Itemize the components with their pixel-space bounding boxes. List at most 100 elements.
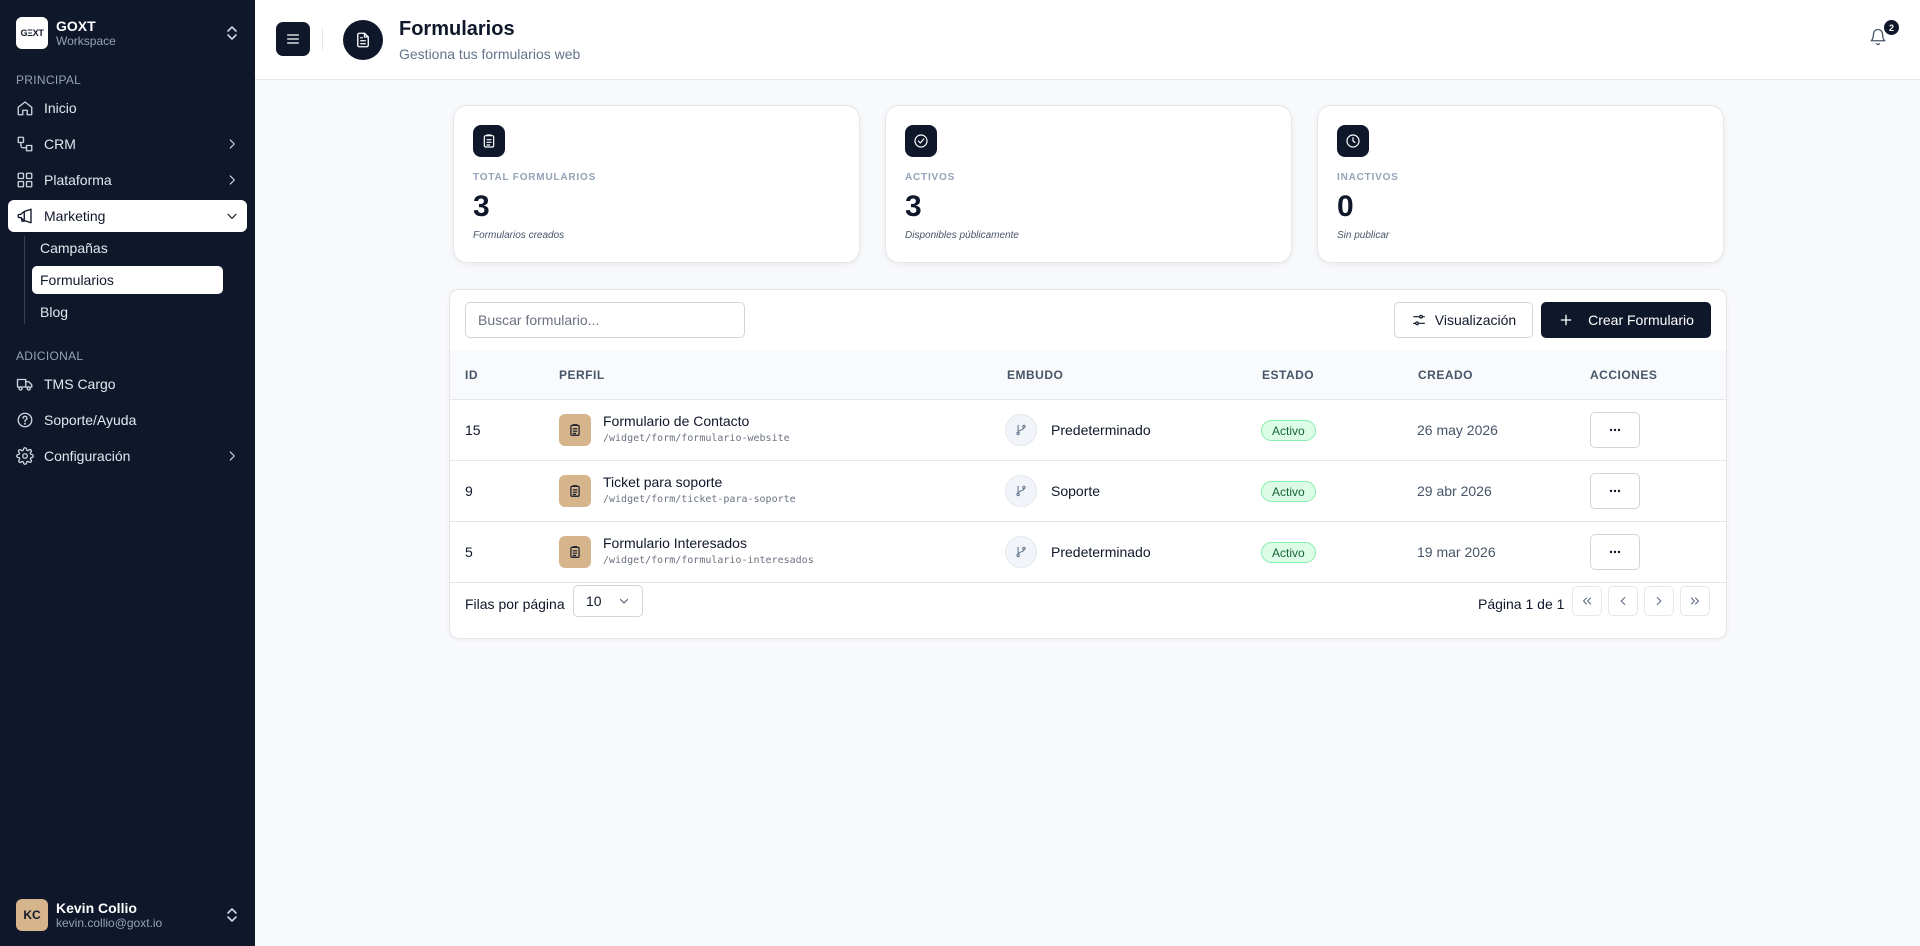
- create-form-label: Crear Formulario: [1588, 312, 1694, 328]
- sidebar-item-label: TMS Cargo: [44, 376, 116, 392]
- more-horizontal-icon: [1607, 544, 1623, 560]
- status-badge: Activo: [1261, 481, 1316, 502]
- row-actions-button[interactable]: [1590, 412, 1640, 448]
- page-info: Página 1 de 1: [1478, 596, 1565, 612]
- notification-count-badge: 2: [1884, 20, 1899, 35]
- table-row[interactable]: 5 Formulario Interesados /widget/form/fo…: [450, 522, 1726, 583]
- column-header-acciones: ACCIONES: [1590, 368, 1658, 382]
- chevron-down-icon: [225, 209, 239, 223]
- table-header: ID PERFIL EMBUDO ESTADO CREADO ACCIONES: [450, 350, 1726, 400]
- sidebar-subitem-blog[interactable]: Blog: [32, 298, 223, 326]
- form-path: /widget/form/formulario-interesados: [603, 555, 814, 566]
- search-input[interactable]: [465, 302, 745, 338]
- chevron-left-icon: [1616, 594, 1630, 608]
- last-page-button[interactable]: [1680, 586, 1710, 616]
- avatar: KC: [16, 899, 48, 931]
- sidebar-item-marketing[interactable]: Marketing: [8, 200, 247, 232]
- chevron-right-icon: [225, 449, 239, 463]
- next-page-button[interactable]: [1644, 586, 1674, 616]
- truck-icon: [16, 375, 34, 393]
- stat-card-total: TOTAL FORMULARIOS 3 Formularios creados: [453, 105, 860, 263]
- stat-label: ACTIVOS: [905, 172, 956, 183]
- column-header-id[interactable]: ID: [465, 368, 478, 382]
- user-menu[interactable]: KC Kevin Collio kevin.collio@goxt.io: [16, 898, 239, 932]
- form-name[interactable]: Ticket para soporte: [603, 474, 722, 490]
- row-actions-button[interactable]: [1590, 473, 1640, 509]
- form-path: /widget/form/formulario-website: [603, 433, 790, 444]
- row-id: 15: [465, 422, 481, 438]
- sidebar: GΞXT GOXT Workspace PRINCIPAL Inicio CRM…: [0, 0, 255, 946]
- column-header-perfil[interactable]: PERFIL: [559, 368, 605, 382]
- form-path: /widget/form/ticket-para-soporte: [603, 494, 796, 505]
- git-branch-icon: [1005, 536, 1037, 568]
- home-icon: [16, 99, 34, 117]
- table-row[interactable]: 9 Ticket para soporte /widget/form/ticke…: [450, 461, 1726, 522]
- sidebar-item-tms-cargo[interactable]: TMS Cargo: [8, 368, 247, 400]
- form-name[interactable]: Formulario Interesados: [603, 535, 747, 551]
- stat-value: 3: [473, 190, 490, 223]
- clipboard-icon: [559, 536, 591, 568]
- user-email: kevin.collio@goxt.io: [56, 915, 163, 930]
- clipboard-icon: [559, 414, 591, 446]
- form-name[interactable]: Formulario de Contacto: [603, 413, 749, 429]
- rows-per-page-select[interactable]: 10: [573, 585, 643, 617]
- megaphone-icon: [16, 207, 34, 225]
- sliders-icon: [1411, 312, 1427, 328]
- sidebar-item-configuracion[interactable]: Configuración: [8, 440, 247, 472]
- row-id: 9: [465, 483, 473, 499]
- funnel-name: Predeterminado: [1051, 422, 1151, 438]
- crm-icon: [16, 135, 34, 153]
- chevrons-up-down-icon: [225, 906, 239, 924]
- workspace-name: GOXT: [56, 17, 96, 34]
- view-options-label: Visualización: [1434, 312, 1517, 328]
- sidebar-item-label: Soporte/Ayuda: [44, 412, 137, 428]
- stat-description: Formularios creados: [473, 230, 565, 241]
- chevrons-right-icon: [1688, 594, 1702, 608]
- git-branch-icon: [1005, 475, 1037, 507]
- rows-per-page-label: Filas por página: [465, 596, 565, 612]
- stat-card-activos: ACTIVOS 3 Disponibles públicamente: [885, 105, 1292, 263]
- chevrons-left-icon: [1580, 594, 1594, 608]
- stat-card-inactivos: INACTIVOS 0 Sin publicar: [1317, 105, 1724, 263]
- chevrons-up-down-icon: [225, 24, 239, 42]
- workspace-switcher[interactable]: GΞXT GOXT Workspace: [16, 16, 239, 50]
- more-horizontal-icon: [1607, 422, 1623, 438]
- workspace-subtitle: Workspace: [56, 33, 116, 48]
- sidebar-item-inicio[interactable]: Inicio: [8, 92, 247, 124]
- toggle-sidebar-button[interactable]: [276, 22, 310, 56]
- submenu-guide-line: [24, 236, 25, 324]
- view-options-button[interactable]: Visualización: [1394, 302, 1533, 338]
- row-actions-button[interactable]: [1590, 534, 1640, 570]
- sidebar-item-label: Plataforma: [44, 172, 112, 188]
- sidebar-item-label: CRM: [44, 136, 76, 152]
- check-circle-icon: [905, 125, 937, 157]
- column-header-creado[interactable]: CREADO: [1418, 368, 1473, 382]
- stat-description: Disponibles públicamente: [905, 230, 1019, 241]
- rows-per-page-value: 10: [586, 593, 602, 609]
- funnel-name: Soporte: [1051, 483, 1101, 499]
- top-header: Formularios Gestiona tus formularios web…: [255, 0, 1920, 80]
- table-row[interactable]: 15 Formulario de Contacto /widget/form/f…: [450, 400, 1726, 461]
- sidebar-item-plataforma[interactable]: Plataforma: [8, 164, 247, 196]
- sidebar-item-crm[interactable]: CRM: [8, 128, 247, 160]
- sidebar-subitem-formularios[interactable]: Formularios: [32, 266, 223, 294]
- first-page-button[interactable]: [1572, 586, 1602, 616]
- document-icon: [343, 20, 383, 60]
- column-header-embudo[interactable]: EMBUDO: [1007, 368, 1063, 382]
- previous-page-button[interactable]: [1608, 586, 1638, 616]
- sidebar-subitem-campanas[interactable]: Campañas: [32, 234, 223, 262]
- stat-label: INACTIVOS: [1337, 172, 1399, 183]
- header-divider: [322, 28, 323, 50]
- plus-icon: [1558, 312, 1574, 328]
- sidebar-item-label: Inicio: [44, 100, 77, 116]
- created-date: 19 mar 2026: [1417, 544, 1496, 560]
- help-icon: [16, 411, 34, 429]
- column-header-estado[interactable]: ESTADO: [1262, 368, 1314, 382]
- create-form-button[interactable]: Crear Formulario: [1541, 302, 1711, 338]
- git-branch-icon: [1005, 414, 1037, 446]
- funnel-name: Predeterminado: [1051, 544, 1151, 560]
- sidebar-item-soporte[interactable]: Soporte/Ayuda: [8, 404, 247, 436]
- page-subtitle: Gestiona tus formularios web: [399, 46, 581, 62]
- chevron-right-icon: [1652, 594, 1666, 608]
- chevron-down-icon: [618, 595, 630, 607]
